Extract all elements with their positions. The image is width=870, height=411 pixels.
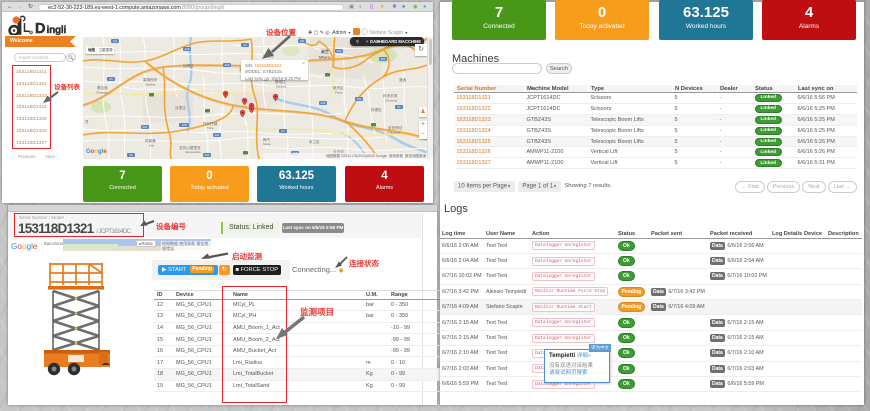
- svg-text:Mortara: Mortara: [276, 85, 287, 89]
- svg-text:Milano: Milano: [319, 55, 332, 60]
- svg-text:基瓦索: 基瓦索: [97, 85, 108, 90]
- svg-text:A5: A5: [109, 77, 113, 81]
- svg-text:灵: 灵: [85, 120, 89, 124]
- svg-text:加得区: 加得区: [183, 63, 194, 68]
- svg-text:A7: A7: [281, 129, 285, 133]
- svg-text:Asti: Asti: [149, 144, 154, 148]
- svg-text:D: D: [35, 21, 45, 35]
- svg-text:A54: A54: [357, 97, 362, 101]
- svg-text:维杰区: 维杰区: [333, 85, 344, 90]
- svg-text:米兰区: 米兰区: [309, 139, 320, 144]
- svg-text:A26: A26: [185, 47, 190, 51]
- svg-text:A1: A1: [397, 105, 401, 109]
- svg-text:Mede: Mede: [263, 142, 271, 146]
- svg-text:A8: A8: [300, 39, 304, 43]
- svg-text:Alessandria: Alessandria: [185, 150, 201, 154]
- svg-text:皮亚修征: 皮亚修征: [388, 125, 403, 130]
- svg-text:Cremona: Cremona: [385, 99, 398, 103]
- svg-text:E70: E70: [182, 123, 187, 127]
- svg-text:ingli: ingli: [47, 25, 67, 35]
- svg-text:沃里达: 沃里达: [175, 105, 186, 110]
- svg-text:A21: A21: [143, 125, 148, 129]
- svg-text:塞姆西安: 塞姆西安: [143, 77, 158, 82]
- svg-text:米兰: 米兰: [320, 49, 329, 54]
- svg-text:Piacenza: Piacenza: [388, 131, 401, 135]
- svg-text:A50: A50: [337, 49, 342, 53]
- svg-text:A53: A53: [321, 101, 326, 105]
- svg-text:A4: A4: [243, 43, 247, 47]
- svg-text:A6: A6: [129, 153, 133, 157]
- svg-text:洛迪: 洛迪: [399, 77, 407, 82]
- svg-text:Chivasso: Chivasso: [96, 91, 109, 95]
- svg-text:Santhia: Santhia: [145, 83, 156, 87]
- svg-text:Google: Google: [11, 242, 38, 251]
- svg-text:科来羊券: 科来羊券: [383, 93, 398, 98]
- svg-text:A26: A26: [225, 63, 230, 67]
- svg-text:阿斯蒂: 阿斯蒂: [145, 138, 156, 143]
- svg-text:A51: A51: [381, 57, 386, 61]
- svg-text:A4: A4: [113, 39, 117, 43]
- svg-text:Pavia: Pavia: [335, 91, 343, 95]
- svg-text:A33: A33: [205, 153, 210, 157]
- svg-text:A21: A21: [215, 133, 220, 137]
- svg-text:科德尼: 科德尼: [371, 107, 382, 112]
- svg-text:Trino: Trino: [207, 126, 214, 130]
